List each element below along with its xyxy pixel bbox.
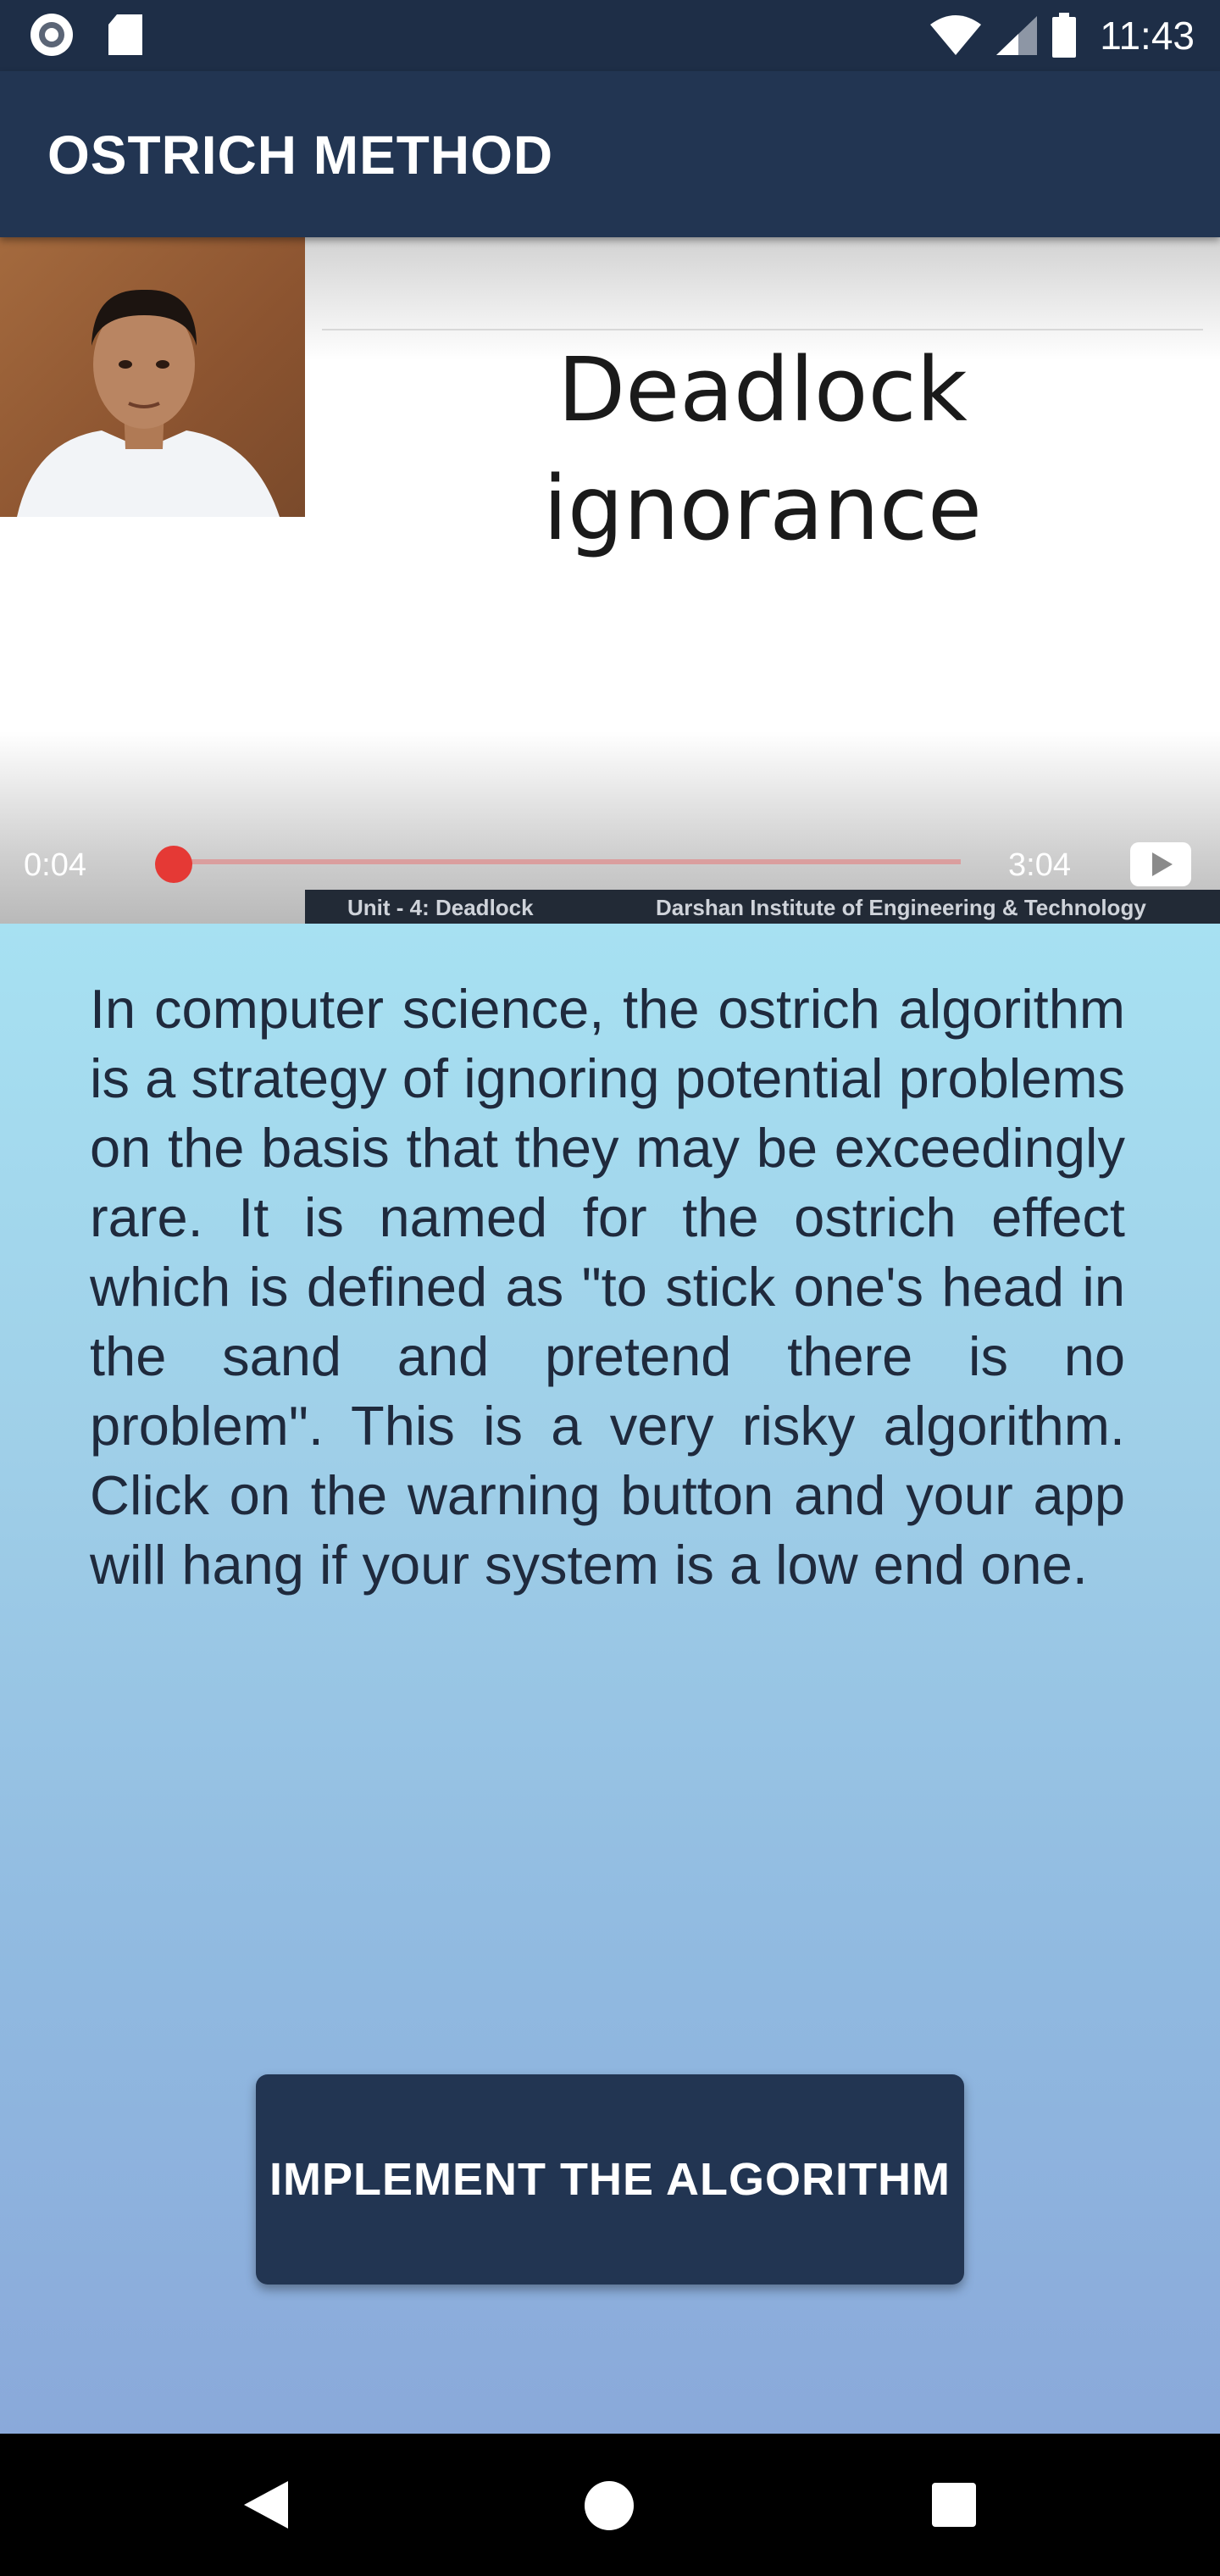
wifi-icon xyxy=(929,14,983,57)
home-icon[interactable] xyxy=(585,2481,634,2530)
seek-thumb[interactable] xyxy=(154,846,192,883)
caption-institute: Darshan Institute of Engineering & Techn… xyxy=(656,895,1146,920)
app-bar: OSTRICH METHOD xyxy=(0,71,1220,237)
description-text: In computer science, the ostrich algorit… xyxy=(90,978,1125,1596)
clock: 11:43 xyxy=(1100,14,1195,58)
recents-icon[interactable] xyxy=(932,2483,976,2527)
slide-title: Deadlock ignorance xyxy=(458,330,1068,568)
status-bar: 11:43 xyxy=(0,0,1220,71)
battery-icon xyxy=(1051,13,1078,58)
play-button[interactable] xyxy=(1130,842,1191,886)
slide-caption-bar: Unit - 4: Deadlock Darshan Institute of … xyxy=(305,890,1220,924)
content-area: In computer science, the ostrich algorit… xyxy=(0,924,1220,2434)
signal-icon xyxy=(995,14,1039,57)
back-icon[interactable] xyxy=(242,2479,290,2534)
current-time: 0:04 xyxy=(24,847,86,883)
slide-title-line-1: Deadlock xyxy=(557,338,968,441)
total-time: 3:04 xyxy=(1008,847,1071,883)
record-icon xyxy=(30,14,73,56)
slide-title-line-2: ignorance xyxy=(542,457,983,560)
page-title: OSTRICH METHOD xyxy=(47,125,554,186)
seek-bar[interactable] xyxy=(158,859,961,864)
sd-card-icon xyxy=(108,14,142,55)
video-player[interactable]: Deadlock ignorance 0:04 3:04 Unit - 4: D… xyxy=(0,237,1220,924)
implement-algorithm-button[interactable]: IMPLEMENT THE ALGORITHM xyxy=(256,2074,964,2285)
navigation-bar xyxy=(0,2434,1220,2576)
caption-unit: Unit - 4: Deadlock xyxy=(347,895,534,920)
presenter-thumbnail xyxy=(0,237,305,517)
